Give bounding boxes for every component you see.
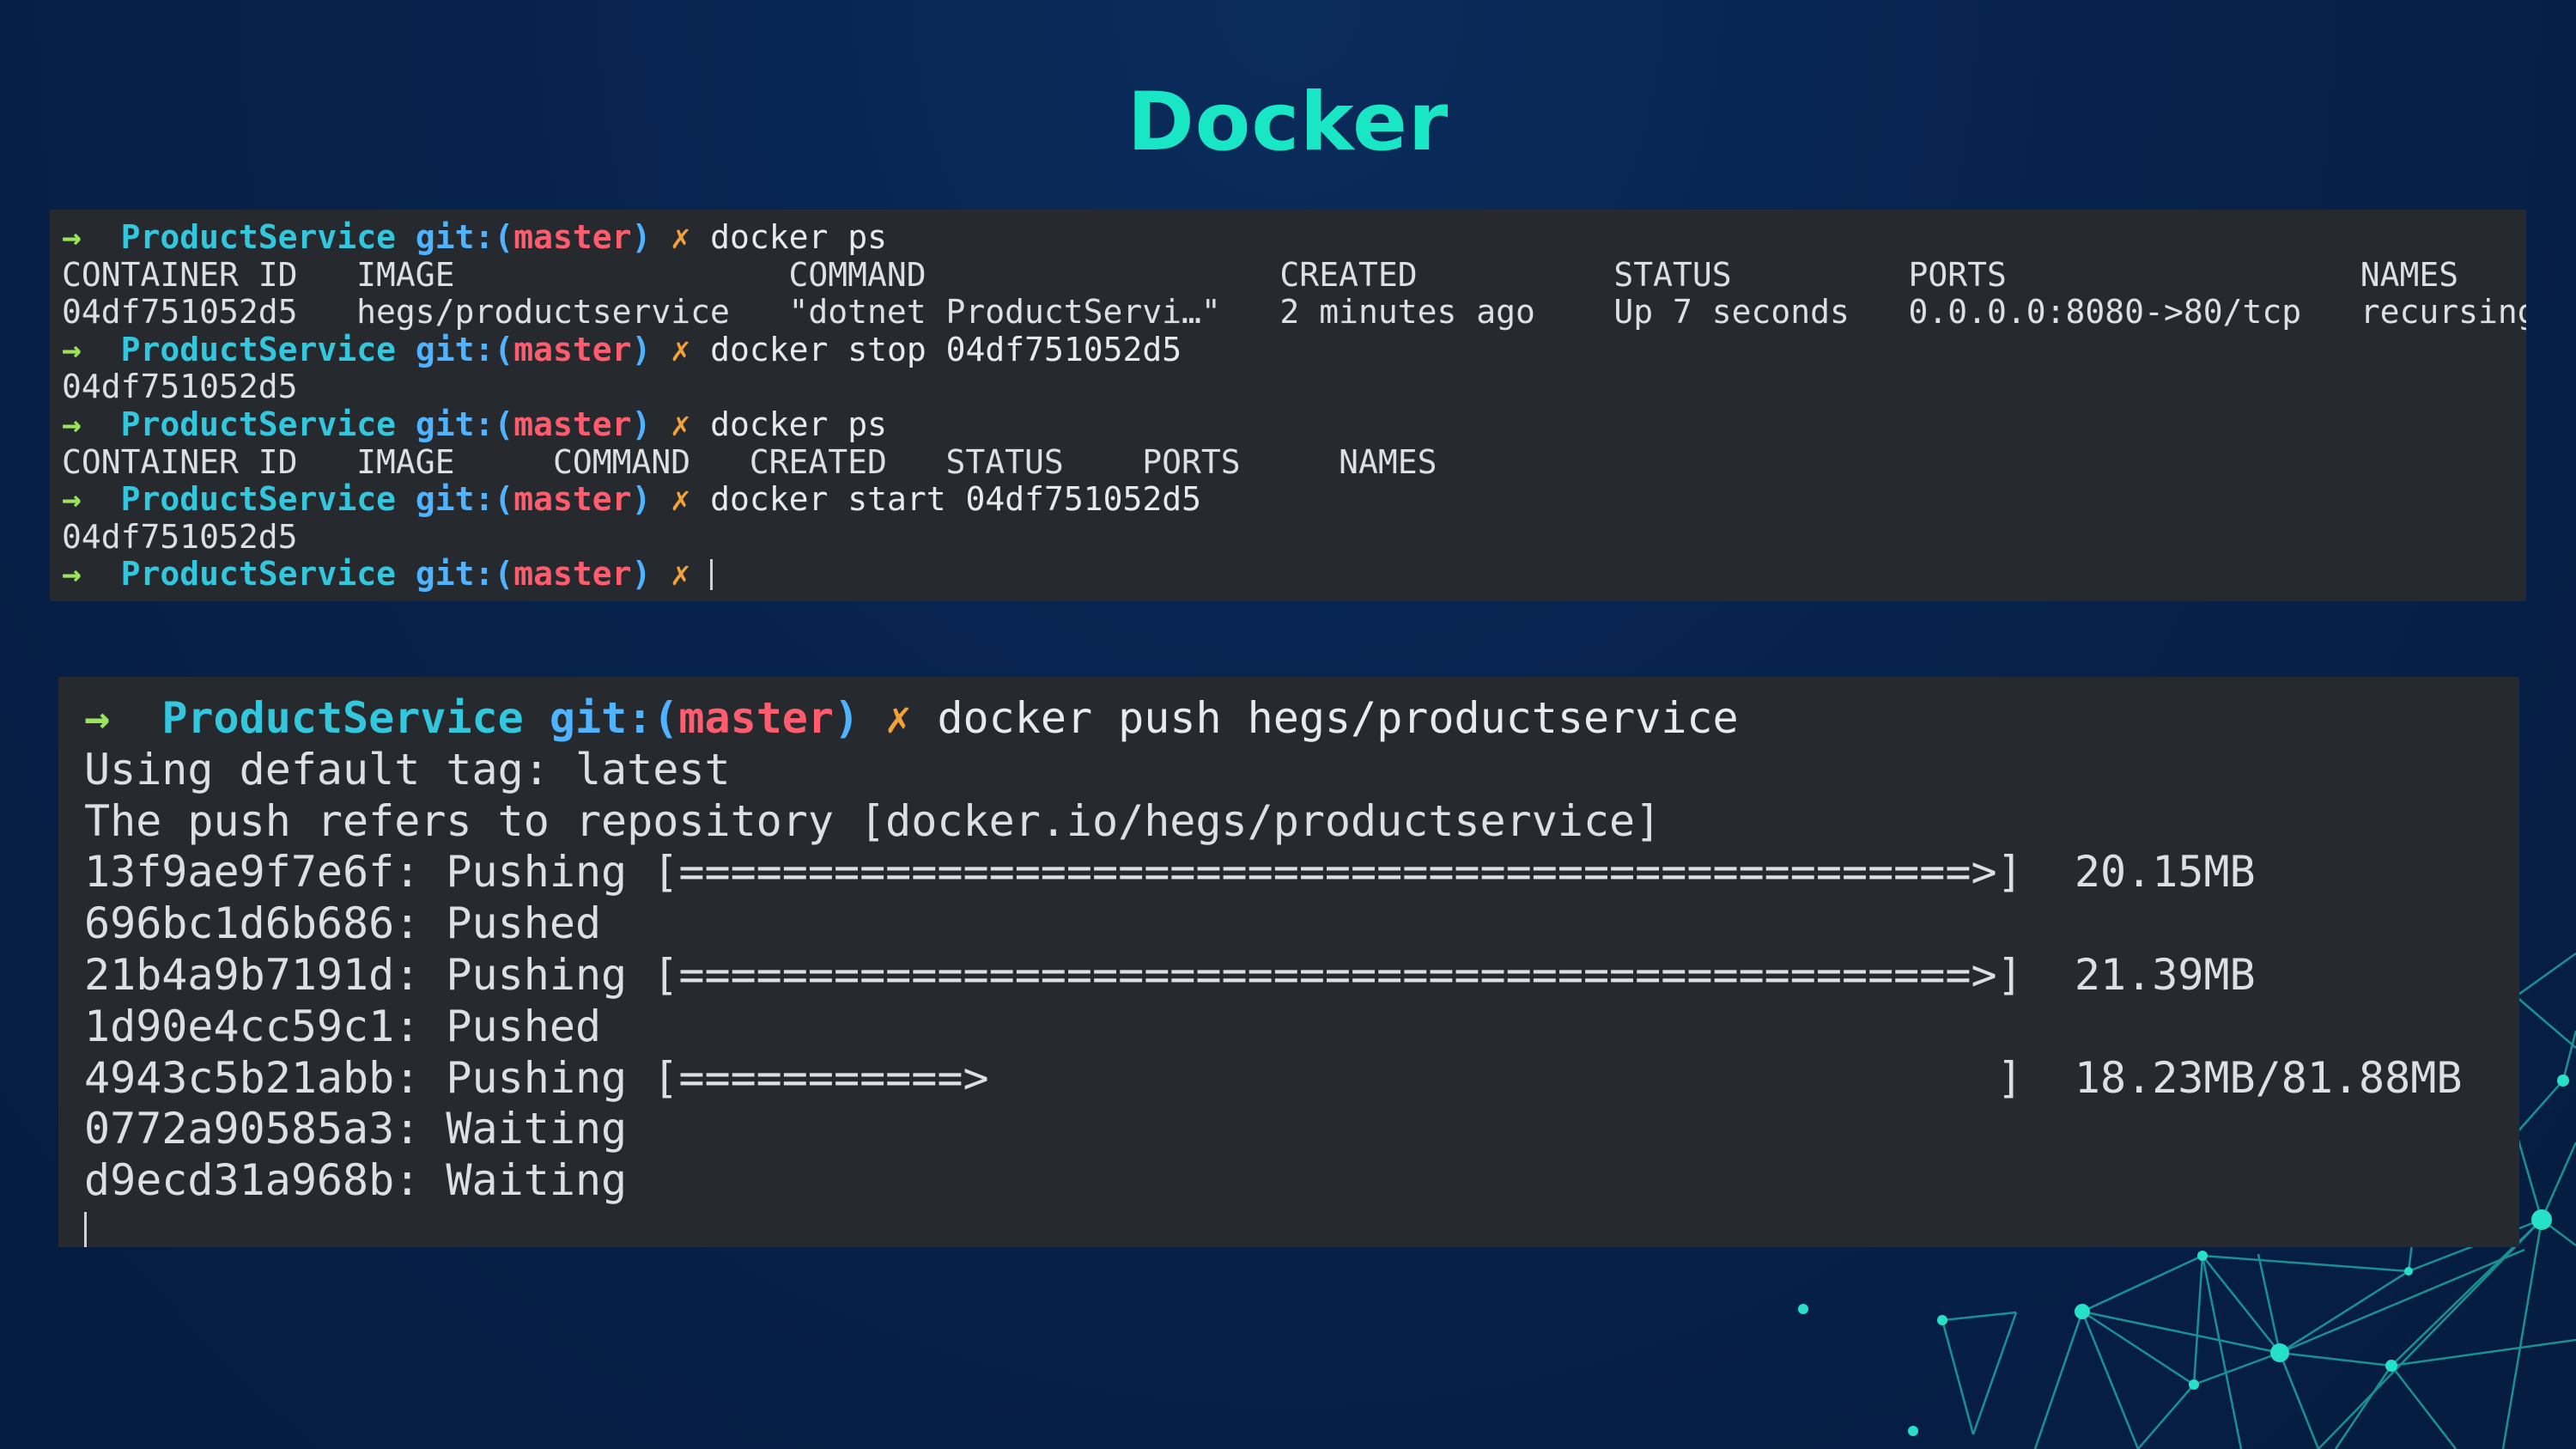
prompt-arrow-icon: → [62, 480, 82, 519]
prompt-git-open: git:( [415, 405, 514, 443]
prompt-line: → ProductService git:(master) ✗ docker p… [62, 218, 2526, 257]
prompt-git-close: ) [631, 405, 652, 443]
prompt-directory: ProductService [120, 330, 396, 368]
prompt-branch: master [513, 330, 632, 368]
prompt-directory: ProductService [120, 480, 396, 519]
cursor [710, 558, 714, 591]
output-line: d9ecd31a968b: Waiting [84, 1155, 628, 1206]
prompt-git-open: git:( [415, 330, 514, 368]
prompt-line: → ProductService git:(master) ✗ docker s… [62, 330, 2526, 369]
output-line: The push refers to repository [docker.io… [84, 795, 1662, 846]
output-line: 04df751052d5 [62, 368, 298, 406]
command-text: docker ps [710, 405, 887, 443]
terminal-docker-push[interactable]: → ProductService git:(master) ✗ docker p… [58, 677, 2519, 1247]
output-line: 696bc1d6b686: Pushed [84, 898, 602, 949]
cursor-line [84, 1207, 2519, 1247]
output-line: 04df751052d5 [62, 517, 298, 556]
output-line: 04df751052d5 hegs/productservice "dotnet… [62, 293, 2526, 332]
prompt-git-open: git:( [415, 555, 514, 594]
output-line: 21b4a9b7191d: Pushing [=================… [84, 949, 2256, 1000]
output-line: 13f9ae9f7e6f: Pushing [=================… [84, 847, 2256, 898]
prompt-directory: ProductService [120, 405, 396, 443]
command-text: docker stop 04df751052d5 [710, 330, 1182, 368]
prompt-git-close: ) [631, 555, 652, 594]
prompt-git-open: git:( [415, 218, 514, 256]
output-line: 4943c5b21abb: Pushing [===========> ] 18… [84, 1052, 2463, 1103]
prompt-branch: master [513, 480, 632, 519]
slide-title: Docker [1127, 76, 1449, 169]
prompt-arrow-icon: → [62, 218, 82, 256]
output-line: 0772a90585a3: Waiting [84, 1104, 628, 1154]
prompt-arrow-icon: → [62, 330, 82, 368]
prompt-line: → ProductService git:(master) ✗ [62, 556, 2526, 594]
prompt-arrow-icon: → [62, 555, 82, 594]
cursor [84, 1211, 87, 1247]
prompt-git-close: ) [631, 218, 652, 256]
output-line: CONTAINER ID IMAGE COMMAND CREATED STATU… [62, 255, 2459, 294]
prompt-dirty-icon: ✗ [671, 330, 691, 368]
command-text: docker start 04df751052d5 [710, 480, 1202, 519]
prompt-line: → ProductService git:(master) ✗ docker p… [84, 693, 2519, 745]
prompt-branch: master [513, 405, 632, 443]
prompt-directory: ProductService [120, 555, 396, 594]
prompt-git-close: ) [631, 330, 652, 368]
command-text: docker ps [710, 218, 887, 256]
prompt-branch: master [513, 218, 632, 256]
prompt-dirty-icon: ✗ [671, 480, 691, 519]
command-text: docker push hegs/productservice [937, 693, 1739, 743]
prompt-directory: ProductService [120, 218, 396, 256]
prompt-git-close: ) [834, 693, 860, 743]
prompt-git-close: ) [631, 480, 652, 519]
prompt-directory: ProductService [161, 693, 524, 743]
prompt-line: → ProductService git:(master) ✗ docker s… [62, 480, 2526, 519]
output-line: CONTAINER ID IMAGE COMMAND CREATED STATU… [62, 442, 1437, 481]
prompt-dirty-icon: ✗ [671, 555, 691, 594]
output-line: Using default tag: latest [84, 744, 731, 795]
prompt-dirty-icon: ✗ [671, 218, 691, 256]
output-line: 1d90e4cc59c1: Pushed [84, 1001, 602, 1051]
prompt-git-open: git:( [549, 693, 679, 743]
terminal-docker-ps[interactable]: → ProductService git:(master) ✗ docker p… [50, 210, 2526, 601]
prompt-arrow-icon: → [84, 693, 111, 743]
prompt-branch: master [513, 555, 632, 594]
prompt-dirty-icon: ✗ [671, 405, 691, 443]
prompt-arrow-icon: → [62, 405, 82, 443]
prompt-git-open: git:( [415, 480, 514, 519]
prompt-line: → ProductService git:(master) ✗ docker p… [62, 405, 2526, 444]
prompt-dirty-icon: ✗ [885, 693, 912, 743]
prompt-branch: master [678, 693, 835, 743]
